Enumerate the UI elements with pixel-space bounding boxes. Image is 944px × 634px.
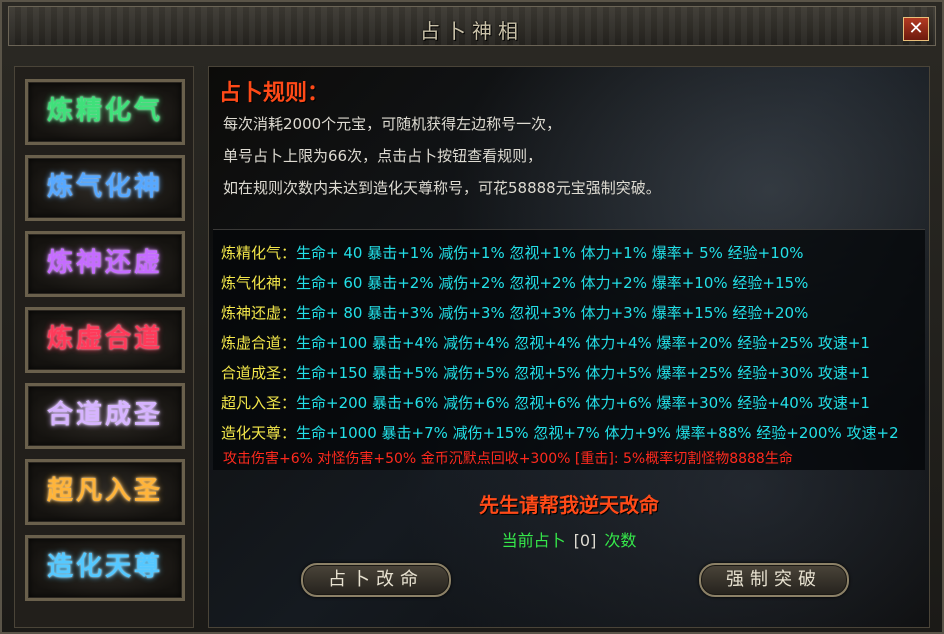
title-button-2[interactable]: 炼气化神	[25, 155, 185, 221]
stats-table: 炼精化气：生命+ 40 暴击+1% 减伤+1% 忽视+1% 体力+1% 爆率+ …	[213, 229, 925, 470]
title-label-6: 超凡入圣	[46, 476, 163, 506]
title-button-6[interactable]: 超凡入圣	[25, 459, 185, 525]
stat-row-name: 造化天尊：	[221, 424, 297, 442]
stat-row-values: 生命+150 暴击+5% 减伤+5% 忽视+5% 体力+5% 爆率+25% 经验…	[296, 364, 870, 382]
close-button[interactable]: ✕	[903, 17, 929, 41]
rule-line: 单号占卜上限为66次，点击占卜按钮查看规则，	[223, 147, 543, 165]
stat-row-values: 生命+ 80 暴击+3% 减伤+3% 忽视+3% 体力+3% 爆率+15% 经验…	[296, 304, 809, 322]
stat-row-name: 超凡入圣：	[221, 394, 297, 412]
stat-row: 合道成圣：生命+150 暴击+5% 减伤+5% 忽视+5% 体力+5% 爆率+2…	[221, 362, 870, 383]
stat-row-values: 生命+1000 暴击+7% 减伤+15% 忽视+7% 体力+9% 爆率+88% …	[296, 424, 899, 442]
count-prefix: 当前占卜	[501, 531, 566, 550]
stat-row-values: 生命+ 60 暴击+2% 减伤+2% 忽视+2% 体力+2% 爆率+10% 经验…	[296, 274, 809, 292]
title-bar[interactable]: 占卜神相 ✕	[8, 6, 936, 46]
title-label-3: 炼神还虚	[46, 248, 163, 278]
rules-title: 占卜规则：	[219, 81, 330, 106]
title-list: 炼精化气 炼气化神 炼神还虚 炼虚合道 合道成圣 超凡入圣 造化天尊	[14, 66, 194, 628]
main-panel: 占卜规则： 每次消耗2000个元宝，可随机获得左边称号一次， 单号占卜上限为66…	[208, 66, 930, 628]
divination-window: 占卜神相 ✕ 炼精化气 炼气化神 炼神还虚 炼虚合道 合道成圣 超凡入圣 造化天…	[0, 0, 944, 634]
title-button-1[interactable]: 炼精化气	[25, 79, 185, 145]
stat-row-values: 生命+200 暴击+6% 减伤+6% 忽视+6% 体力+6% 爆率+30% 经验…	[296, 394, 870, 412]
title-label-1: 炼精化气	[46, 96, 163, 126]
stat-row-name: 炼精化气：	[221, 244, 297, 262]
stat-row: 炼气化神：生命+ 60 暴击+2% 减伤+2% 忽视+2% 体力+2% 爆率+1…	[221, 272, 808, 293]
title-button-7[interactable]: 造化天尊	[25, 535, 185, 601]
prompt-text: 先生请帮我逆天改命	[479, 493, 659, 517]
title-label-2: 炼气化神	[46, 172, 163, 202]
stat-row: 造化天尊：生命+1000 暴击+7% 减伤+15% 忽视+7% 体力+9% 爆率…	[221, 422, 899, 443]
rule-line: 如在规则次数内未达到造化天尊称号，可花58888元宝强制突破。	[223, 179, 661, 197]
stat-row: 炼神还虚：生命+ 80 暴击+3% 减伤+3% 忽视+3% 体力+3% 爆率+1…	[221, 302, 808, 323]
count-suffix: 次数	[604, 531, 637, 550]
title-label-7: 造化天尊	[46, 552, 163, 582]
stat-row: 炼虚合道：生命+100 暴击+4% 减伤+4% 忽视+4% 体力+4% 爆率+2…	[221, 332, 870, 353]
title-button-4[interactable]: 炼虚合道	[25, 307, 185, 373]
title-label-4: 炼虚合道	[46, 324, 163, 354]
stat-row-name: 炼气化神：	[221, 274, 297, 292]
title-button-3[interactable]: 炼神还虚	[25, 231, 185, 297]
count-value: [0]	[573, 531, 597, 550]
rule-line: 每次消耗2000个元宝，可随机获得左边称号一次，	[223, 115, 562, 133]
stat-row: 炼精化气：生命+ 40 暴击+1% 减伤+1% 忽视+1% 体力+1% 爆率+ …	[221, 242, 804, 263]
stat-row-name: 炼神还虚：	[221, 304, 297, 322]
stat-row-name: 炼虚合道：	[221, 334, 297, 352]
title-button-5[interactable]: 合道成圣	[25, 383, 185, 449]
action-area: 先生请帮我逆天改命 当前占卜 [0] 次数 占卜改命 强制突破	[213, 473, 925, 623]
stat-row-name: 合道成圣：	[221, 364, 297, 382]
stat-row: 超凡入圣：生命+200 暴击+6% 减伤+6% 忽视+6% 体力+6% 爆率+3…	[221, 392, 870, 413]
window-title: 占卜神相	[420, 19, 524, 43]
force-breakthrough-button[interactable]: 强制突破	[699, 563, 849, 597]
divination-count: 当前占卜 [0] 次数	[213, 527, 925, 551]
stat-row-values: 生命+100 暴击+4% 减伤+4% 忽视+4% 体力+4% 爆率+20% 经验…	[296, 334, 870, 352]
title-label-5: 合道成圣	[46, 400, 163, 430]
extra-bonus-text: 攻击伤害+6% 对怪伤害+50% 金币沉默点回收+300% [重击]: 5%概率…	[223, 451, 793, 467]
divine-button[interactable]: 占卜改命	[301, 563, 451, 597]
stat-row-values: 生命+ 40 暴击+1% 减伤+1% 忽视+1% 体力+1% 爆率+ 5% 经验…	[296, 244, 804, 262]
